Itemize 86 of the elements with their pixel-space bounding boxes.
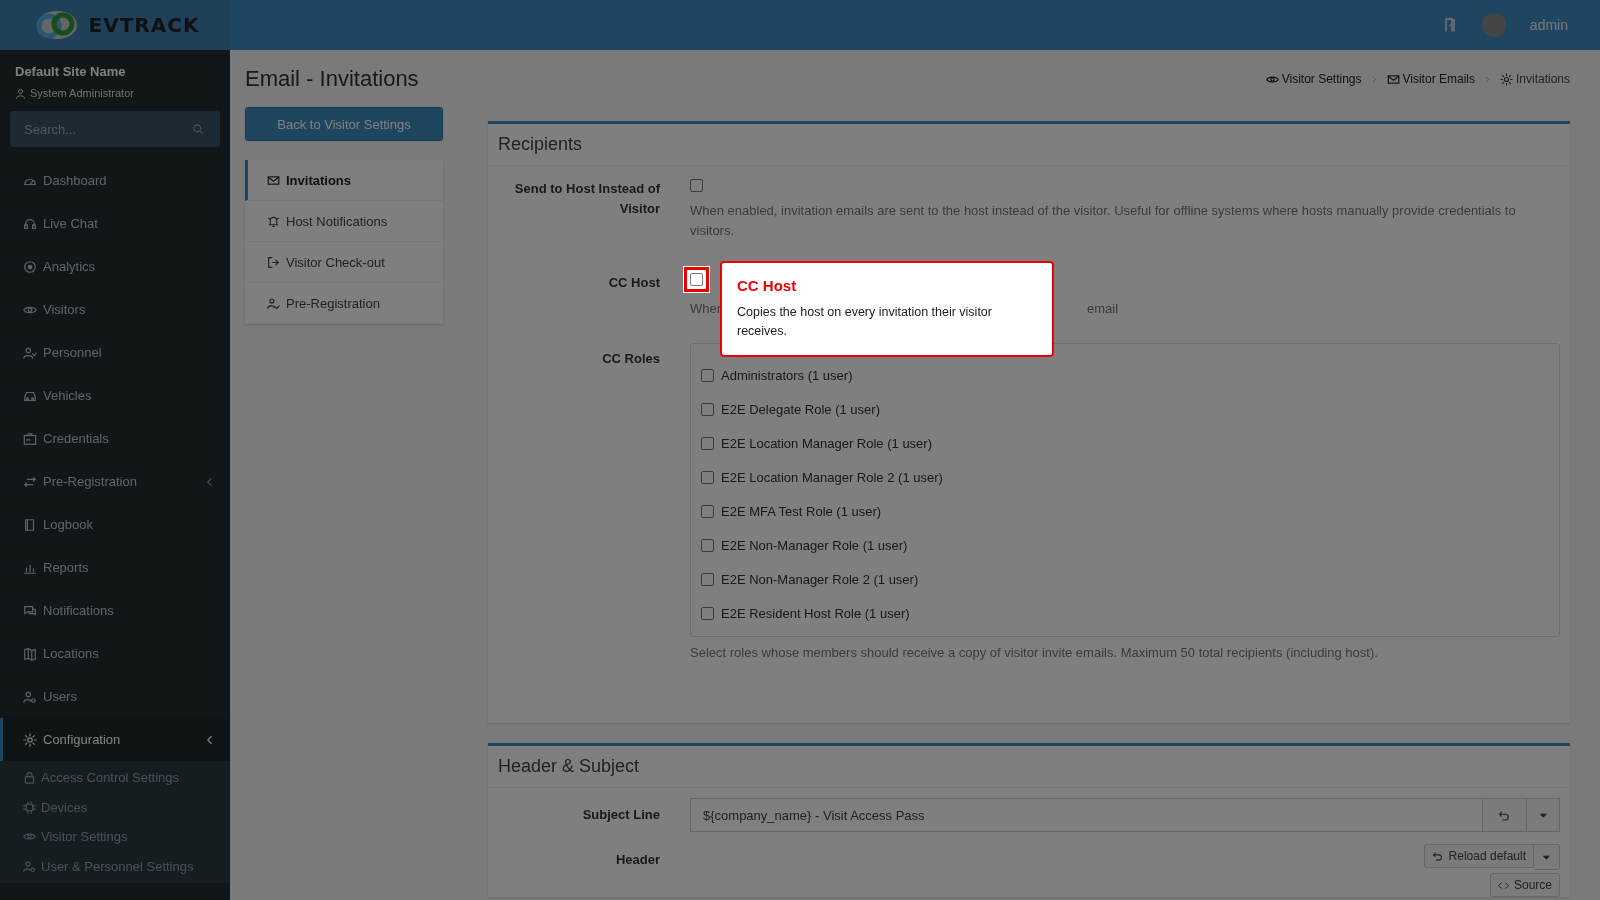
- undo-button[interactable]: [1483, 798, 1527, 832]
- headset-icon: [23, 216, 37, 231]
- sidebar-item[interactable]: Dashboard: [0, 159, 230, 202]
- role-label: E2E Delegate Role (1 user): [721, 401, 880, 417]
- site-name: Default Site Name: [15, 64, 127, 79]
- checkbox[interactable]: [701, 368, 714, 382]
- nav-tab[interactable]: Visitor Check-out: [245, 242, 443, 283]
- nav-tab[interactable]: Invitations: [245, 160, 443, 201]
- role-label: E2E Location Manager Role (1 user): [721, 435, 932, 451]
- nav-tab[interactable]: Host Notifications: [245, 201, 443, 242]
- sidebar-item[interactable]: Pre-Registration: [0, 460, 230, 503]
- checkbox[interactable]: [690, 273, 703, 286]
- map-icon: [23, 646, 37, 661]
- checkbox[interactable]: [701, 402, 714, 416]
- checkbox[interactable]: [701, 504, 714, 518]
- person-check-icon: [267, 296, 280, 310]
- logo[interactable]: EVTRACK: [0, 0, 230, 50]
- checkbox[interactable]: [701, 436, 714, 450]
- envelope-icon: [267, 173, 280, 187]
- breadcrumb-link[interactable]: Visitor Emails: [1386, 72, 1475, 86]
- role-label: Administrators (1 user): [721, 367, 853, 383]
- person-icon: [23, 345, 37, 360]
- sidebar-item[interactable]: Locations: [0, 632, 230, 675]
- tooltip-text: Copies the host on every invitation their visitor receives.: [737, 304, 993, 340]
- exit-icon: [267, 255, 280, 269]
- users-icon: [23, 689, 37, 704]
- search-field[interactable]: Search...: [10, 111, 220, 147]
- checkbox[interactable]: [701, 572, 714, 586]
- id-card-icon: [23, 431, 37, 446]
- help-text: Wher: [690, 301, 722, 316]
- help-text: Select roles whose members should receive a copy of visitor invite emails. Maximum 50 total recipients (including host).: [690, 644, 1379, 662]
- back-button[interactable]: Back to Visitor Settings: [245, 107, 443, 141]
- checkbox[interactable]: [701, 606, 714, 620]
- nav-tab[interactable]: Pre-Registration: [245, 283, 443, 324]
- role-label: E2E Location Manager Role 2 (1 user): [721, 469, 943, 485]
- role-label: E2E Resident Host Role (1 user): [721, 605, 910, 621]
- checkbox[interactable]: [701, 538, 714, 552]
- role-label: E2E Non-Manager Role (1 user): [721, 537, 908, 553]
- role-label: E2E Non-Manager Role 2 (1 user): [721, 571, 919, 587]
- field-label: Header: [614, 851, 660, 869]
- code-icon: [1497, 879, 1509, 891]
- undo-icon: [1431, 850, 1444, 862]
- sidebar-item[interactable]: Logbook: [0, 503, 230, 546]
- dropdown-button[interactable]: [1534, 844, 1560, 870]
- user-icon: [15, 87, 26, 99]
- checkbox[interactable]: [690, 179, 703, 192]
- users-icon: [23, 859, 36, 873]
- sidebar-item[interactable]: Notifications: [0, 589, 230, 632]
- book-icon: [23, 517, 37, 532]
- field-label: CC Host: [607, 274, 660, 292]
- help-text: email: [1087, 300, 1119, 318]
- arrows-icon: [23, 474, 37, 489]
- envelope-icon: [1386, 72, 1400, 86]
- help-text: When enabled, invitation emails are sent to the host instead of the visitor. Useful for offline systems where hosts manually provide credentials to visitors.: [690, 202, 1517, 240]
- source-button[interactable]: Source: [1489, 873, 1560, 897]
- field-label: Send to Host Instead of Visitor: [513, 180, 660, 218]
- breadcrumb-link[interactable]: Visitor Settings: [1265, 72, 1362, 86]
- settings-icon: [1499, 72, 1513, 86]
- search-icon: [192, 123, 204, 135]
- chat-icon: [23, 603, 37, 618]
- sidebar-item[interactable]: Users: [0, 675, 230, 718]
- field-label: CC Roles: [601, 350, 660, 368]
- user-role: System Administrator: [30, 87, 134, 99]
- logo-text: EVTRACK: [88, 13, 200, 37]
- card-title: Recipients: [488, 124, 1570, 166]
- lock-icon: [23, 771, 36, 785]
- target-icon: [23, 259, 37, 274]
- settings-icon: [23, 732, 37, 747]
- reload-default-button[interactable]: Reload default: [1423, 844, 1534, 868]
- card-title: Header & Subject: [488, 746, 1570, 788]
- chip-icon: [23, 800, 36, 814]
- checkbox[interactable]: [701, 470, 714, 484]
- bell-icon: [267, 214, 280, 228]
- breadcrumb-link[interactable]: Invitations: [1499, 72, 1570, 86]
- sidebar-item[interactable]: Credentials: [0, 417, 230, 460]
- user-name[interactable]: admin: [1529, 17, 1568, 33]
- sidebar-item[interactable]: Analytics: [0, 245, 230, 288]
- page-title: Email - Invitations: [245, 66, 419, 92]
- sidebar-item[interactable]: Personnel: [0, 331, 230, 374]
- tooltip-title: CC Host: [737, 277, 798, 294]
- sidebar-item[interactable]: Reports: [0, 546, 230, 589]
- sidebar-item[interactable]: Visitors: [0, 288, 230, 331]
- field-label: Subject Line: [581, 806, 660, 824]
- role-label: E2E MFA Test Role (1 user): [721, 503, 882, 519]
- sidebar-item[interactable]: Live Chat: [0, 202, 230, 245]
- sidebar-item[interactable]: Vehicles: [0, 374, 230, 417]
